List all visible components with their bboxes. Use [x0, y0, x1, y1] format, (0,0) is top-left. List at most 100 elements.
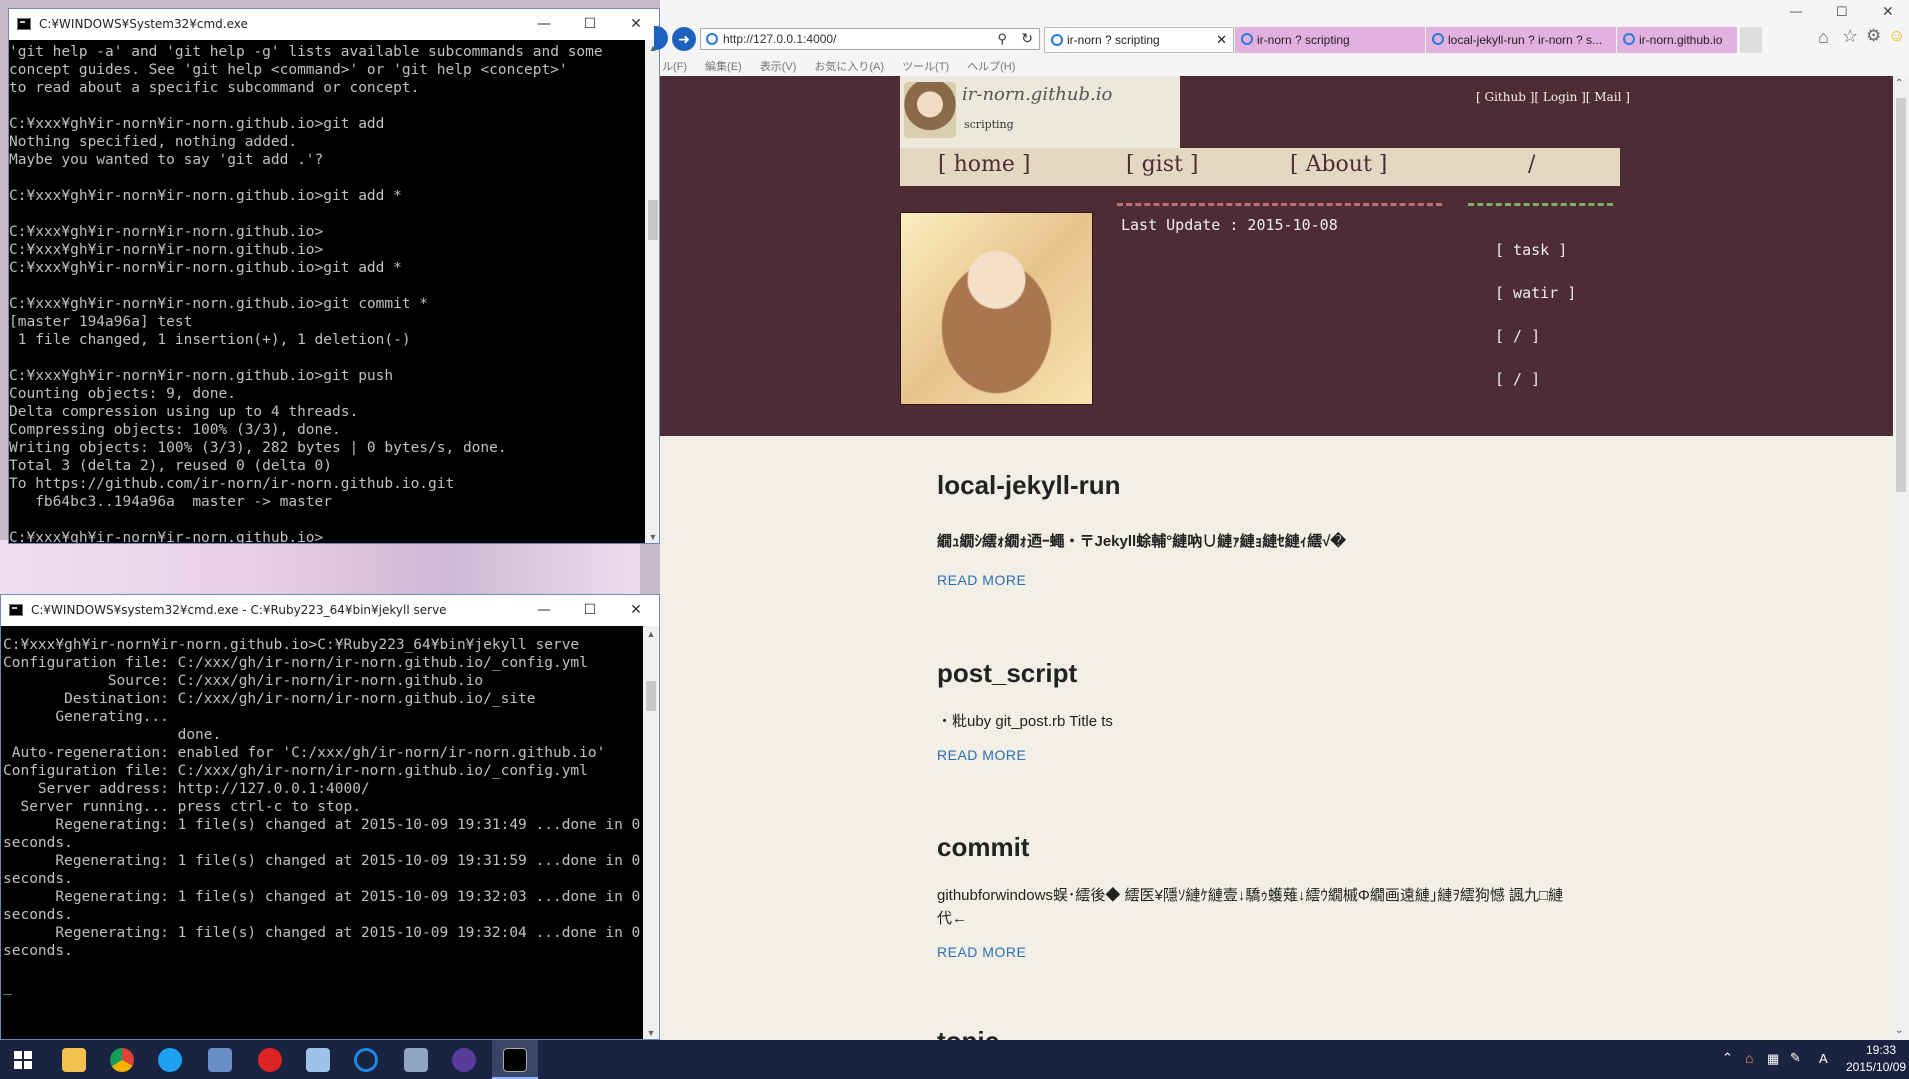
menu-item-edit[interactable]: 編集(E)	[705, 58, 742, 76]
cmd-window-git[interactable]: C:¥WINDOWS¥System32¥cmd.exe — ☐ ✕ 'git h…	[8, 8, 660, 544]
divider-red	[1117, 203, 1442, 206]
console-output[interactable]: 'git help -a' and 'git help -g' lists av…	[9, 40, 645, 543]
browser-window[interactable]: ➜ http://127.0.0.1:4000/ ⚲ ↻ ir-norn ? s…	[654, 0, 1909, 1056]
scroll-down-arrow-icon[interactable]: ▼	[645, 529, 659, 543]
minimize-button[interactable]: —	[521, 9, 567, 39]
console-scrollbar[interactable]: ▲ ▼	[643, 626, 659, 1039]
post-title[interactable]: post_script	[937, 658, 1077, 689]
read-more-link[interactable]: READ MORE	[937, 572, 1026, 588]
console-line: C:¥xxx¥gh¥ir-norn¥ir-norn.github.io>git …	[9, 188, 402, 204]
top-links[interactable]: [ Github ][ Login ][ Mail ]	[1476, 90, 1630, 104]
tab-github-io[interactable]: ir-norn.github.io	[1617, 27, 1737, 53]
scroll-up-arrow-icon[interactable]: ⌃	[1895, 78, 1903, 89]
read-more-link[interactable]: READ MORE	[937, 747, 1026, 763]
side-link-task[interactable]: [ task ]	[1495, 241, 1567, 259]
side-link-slash-2[interactable]: [ / ]	[1495, 370, 1540, 388]
window-app-icon[interactable]	[208, 1048, 232, 1072]
menu-item-help[interactable]: ヘルプ(H)	[967, 58, 1015, 76]
new-tab-button[interactable]	[1740, 27, 1762, 53]
scroll-down-arrow-icon[interactable]: ▼	[643, 1025, 659, 1039]
home-icon[interactable]: ⌂	[1818, 27, 1829, 48]
tab-label: ir-norn.github.io	[1639, 33, 1723, 47]
page-scrollbar[interactable]: ⌃ ⌄	[1893, 76, 1909, 1040]
read-more-link[interactable]: READ MORE	[937, 944, 1026, 960]
menu-bar: ル(F) 編集(E) 表示(V) お気に入り(A) ツール(T) ヘルプ(H)	[660, 58, 1015, 76]
close-button[interactable]: ✕	[613, 595, 659, 625]
refresh-icon[interactable]: ↻	[1021, 30, 1033, 47]
tab-scripting[interactable]: ir-norn ? scripting	[1235, 27, 1425, 53]
start-windows-icon[interactable]	[14, 1051, 32, 1069]
tray-home-icon[interactable]: ⌂	[1745, 1050, 1753, 1079]
side-link-slash-1[interactable]: [ / ]	[1495, 327, 1540, 345]
control-panel-icon[interactable]	[404, 1048, 428, 1072]
console-scrollbar[interactable]: ▲ ▼	[645, 40, 659, 543]
tray-chevron-icon[interactable]: ⌃	[1722, 1050, 1733, 1079]
minimize-button[interactable]: —	[1790, 4, 1802, 18]
menu-item-file[interactable]: ル(F)	[662, 58, 687, 76]
tray-network-icon[interactable]: ▦	[1767, 1051, 1779, 1079]
post-title[interactable]: commit	[937, 832, 1029, 863]
close-button[interactable]: ✕	[613, 9, 659, 39]
post-excerpt: 繝ｭ繝ｼ繧ｫ繝ｫ迺ｰ蠅・〒Jekyll蜍輔°縺吶∪縺ｧ縺ｮ縺ｾ縺ｨ繧√�	[937, 533, 1346, 550]
tray-edit-icon[interactable]: ✎	[1790, 1050, 1801, 1079]
menu-item-tools[interactable]: ツール(T)	[902, 58, 949, 76]
ime-indicator[interactable]: A	[1819, 1051, 1828, 1079]
scrollbar-thumb[interactable]	[648, 200, 658, 240]
settings-gear-icon[interactable]: ⚙	[1866, 26, 1881, 46]
site-header: ir-norn.github.io scripting [ Github ][ …	[660, 76, 1893, 436]
side-link-watir[interactable]: [ watir ]	[1495, 284, 1576, 302]
forward-button[interactable]: ➜	[672, 27, 696, 51]
logo-subtitle: scripting	[964, 118, 1014, 131]
notes-app-icon[interactable]	[306, 1048, 330, 1072]
console-line: Configuration file: C:/xxx/gh/ir-norn/ir…	[3, 763, 588, 779]
tab-active[interactable]: ir-norn ? scripting ✕	[1044, 27, 1234, 53]
post-title[interactable]: local-jekyll-run	[937, 470, 1121, 501]
console-line: Nothing specified, nothing added.	[9, 134, 298, 150]
browser-chrome: ➜ http://127.0.0.1:4000/ ⚲ ↻ ir-norn ? s…	[654, 0, 1909, 76]
scroll-up-arrow-icon[interactable]: ▲	[643, 626, 659, 642]
menu-item-view[interactable]: 表示(V)	[760, 58, 797, 76]
console-icon	[17, 18, 31, 30]
maximize-button[interactable]: ☐	[567, 595, 613, 625]
cmd-window-jekyll-titlebar[interactable]: C:¥WINDOWS¥system32¥cmd.exe - C:¥Ruby223…	[1, 595, 659, 625]
nav-home[interactable]: [ home ]	[938, 152, 1030, 177]
clock-date[interactable]: 2015/10/09	[1846, 1060, 1906, 1079]
nav-slash[interactable]: /	[1528, 152, 1535, 177]
nav-about[interactable]: [ About ]	[1290, 152, 1387, 177]
close-button[interactable]: ✕	[1882, 3, 1894, 20]
scrollbar-thumb[interactable]	[646, 681, 656, 711]
twitter-icon[interactable]	[158, 1048, 182, 1072]
console-output[interactable]: C:¥xxx¥gh¥ir-norn¥ir-norn.github.io>C:¥R…	[1, 626, 643, 1039]
maximize-button[interactable]: ☐	[1836, 4, 1848, 20]
console-line: Compressing objects: 100% (3/3), done.	[9, 422, 341, 438]
red-app-icon[interactable]	[258, 1048, 282, 1072]
search-icon[interactable]: ⚲	[997, 31, 1007, 47]
console-line: Configuration file: C:/xxx/gh/ir-norn/ir…	[3, 655, 588, 671]
console-line: Delta compression using up to 4 threads.	[9, 404, 359, 420]
nav-gist[interactable]: [ gist ]	[1126, 152, 1198, 177]
console-line: seconds.	[3, 871, 73, 887]
menu-item-favorites[interactable]: お気に入り(A)	[814, 58, 884, 76]
scroll-down-arrow-icon[interactable]: ⌄	[1895, 1025, 1903, 1036]
tab-close-icon[interactable]: ✕	[1216, 32, 1227, 48]
scrollbar-thumb[interactable]	[1896, 98, 1906, 492]
tab-local-jekyll-run[interactable]: local-jekyll-run ? ir-norn ? s...	[1426, 27, 1616, 53]
console-line: Maybe you wanted to say 'git add .'?	[9, 152, 324, 168]
file-explorer-icon[interactable]	[62, 1048, 86, 1072]
minimize-button[interactable]: —	[521, 595, 567, 625]
address-bar[interactable]: http://127.0.0.1:4000/ ⚲ ↻	[700, 28, 1040, 50]
site-logo[interactable]: ir-norn.github.io scripting	[900, 76, 1180, 148]
console-line: seconds.	[3, 943, 73, 959]
console-line: Writing objects: 100% (3/3), 282 bytes |…	[9, 440, 507, 456]
purple-app-icon[interactable]	[452, 1048, 476, 1072]
cmd-window-git-titlebar[interactable]: C:¥WINDOWS¥System32¥cmd.exe — ☐ ✕	[9, 9, 659, 39]
internet-explorer-icon[interactable]	[354, 1048, 378, 1072]
console-line: [master 194a96a] test	[9, 314, 193, 330]
favorites-star-icon[interactable]: ☆	[1842, 26, 1858, 47]
maximize-button[interactable]: ☐	[567, 9, 613, 39]
smiley-feedback-icon[interactable]: ☺	[1888, 26, 1905, 46]
back-button[interactable]	[654, 26, 668, 50]
chrome-icon[interactable]	[110, 1048, 134, 1072]
cmd-window-jekyll[interactable]: C:¥WINDOWS¥system32¥cmd.exe - C:¥Ruby223…	[0, 594, 660, 1040]
